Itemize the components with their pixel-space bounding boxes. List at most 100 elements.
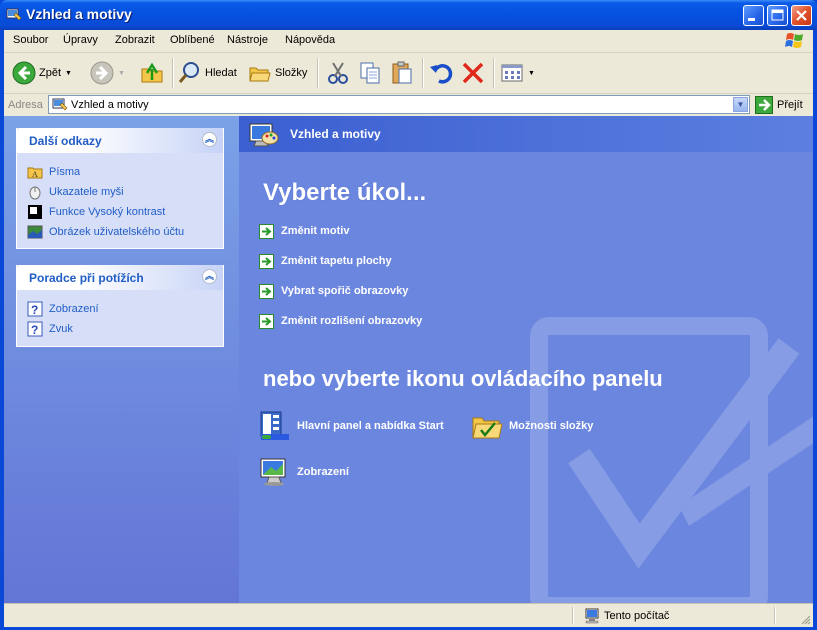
content-area: Další odkazy ︽ A Písma Ukazatele myši Fu…: [4, 116, 813, 603]
appearance-themes-icon: [249, 123, 279, 147]
svg-text:?: ?: [31, 323, 38, 337]
link-high-contrast[interactable]: Funkce Vysoký kontrast: [27, 203, 165, 221]
panel-title: Poradce při potížích: [29, 271, 144, 285]
toolbar-separator: [493, 58, 495, 88]
cut-button[interactable]: [326, 59, 350, 87]
search-button[interactable]: Hledat: [178, 59, 237, 87]
green-arrow-icon: [259, 283, 274, 299]
task-label: Změnit tapetu plochy: [281, 255, 392, 267]
task-screensaver[interactable]: Vybrat spořič obrazovky: [259, 282, 408, 300]
toolbar-separator: [172, 58, 174, 88]
client-area: Soubor Úpravy Zobrazit Oblíbené Nástroje…: [4, 30, 813, 627]
icon-label: Hlavní panel a nabídka Start: [297, 420, 444, 432]
status-separator: [774, 607, 776, 624]
link-label: Zobrazení: [49, 303, 99, 315]
maximize-icon: [771, 9, 784, 21]
icon-display[interactable]: Zobrazení: [259, 456, 349, 488]
taskbar-start-icon: [260, 411, 289, 440]
trouble-sound[interactable]: ? Zvuk: [27, 320, 73, 338]
menu-tools[interactable]: Nástroje: [227, 34, 268, 46]
collapse-icon[interactable]: ︽: [202, 132, 217, 147]
link-fonts[interactable]: A Písma: [27, 163, 80, 181]
forward-dropdown-icon[interactable]: ▼: [118, 70, 125, 77]
panel-header[interactable]: Poradce při potížích ︽: [17, 265, 223, 290]
category-pane: Vzhled a motivy Vyberte úkol... Změnit m…: [239, 116, 813, 603]
folders-button[interactable]: Složky: [248, 59, 307, 87]
task-change-theme[interactable]: Změnit motiv: [259, 222, 349, 240]
minimize-button[interactable]: [743, 5, 764, 26]
back-dropdown-icon[interactable]: ▼: [65, 70, 72, 77]
svg-text:?: ?: [31, 303, 38, 317]
chevron-down-icon: ▼: [736, 100, 745, 109]
address-input[interactable]: Vzhled a motivy ▼: [48, 95, 750, 114]
search-label: Hledat: [205, 67, 237, 79]
task-change-wallpaper[interactable]: Změnit tapetu plochy: [259, 252, 392, 270]
resize-grip-icon[interactable]: [799, 613, 811, 625]
paste-button[interactable]: [390, 59, 414, 87]
menu-help[interactable]: Nápověda: [285, 34, 335, 46]
delete-x-icon: [462, 62, 484, 84]
scissors-icon: [328, 62, 348, 84]
category-title: Vzhled a motivy: [290, 127, 381, 141]
title-bar[interactable]: Vzhled a motivy: [0, 0, 817, 30]
back-button[interactable]: Zpět ▼: [12, 59, 72, 87]
link-mouse-pointers[interactable]: Ukazatele myši: [27, 183, 124, 201]
task-label: Vybrat spořič obrazovky: [281, 285, 409, 297]
folders-label: Složky: [275, 67, 308, 79]
undo-button[interactable]: [429, 59, 453, 87]
control-panel-icon: [6, 8, 22, 21]
explorer-window: Vzhled a motivy Soubor Úpravy Zobrazit O…: [0, 0, 817, 630]
checkmark-watermark-icon: [530, 317, 813, 603]
task-label: Změnit motiv: [281, 225, 350, 237]
pick-task-heading: Vyberte úkol...: [263, 179, 427, 206]
menu-view[interactable]: Zobrazit: [115, 34, 155, 46]
link-label: Funkce Vysoký kontrast: [49, 206, 166, 218]
display-icon: [260, 458, 286, 486]
status-separator: [572, 607, 574, 624]
help-icon: ?: [27, 321, 43, 337]
views-button[interactable]: ▼: [500, 59, 535, 87]
collapse-icon[interactable]: ︽: [202, 269, 217, 284]
menu-favorites[interactable]: Oblíbené: [170, 34, 215, 46]
search-icon: [178, 62, 199, 83]
minimize-icon: [748, 18, 755, 21]
folder-up-icon: [141, 62, 163, 83]
menu-file[interactable]: Soubor: [13, 34, 48, 46]
copy-button[interactable]: [358, 59, 382, 87]
maximize-button[interactable]: [767, 5, 788, 26]
link-user-picture[interactable]: Obrázek uživatelského účtu: [27, 223, 184, 241]
go-label: Přejít: [777, 99, 803, 111]
svg-text:A: A: [32, 170, 38, 179]
task-resolution[interactable]: Změnit rozlišení obrazovky: [259, 312, 422, 330]
views-dropdown-icon[interactable]: ▼: [528, 70, 535, 77]
task-label: Změnit rozlišení obrazovky: [281, 315, 423, 327]
icon-label: Zobrazení: [297, 466, 349, 478]
folder-options-icon: [472, 417, 503, 439]
status-zone-label: Tento počítač: [604, 610, 670, 622]
up-button[interactable]: [140, 59, 164, 87]
menu-edit[interactable]: Úpravy: [63, 34, 98, 46]
task-pane: Další odkazy ︽ A Písma Ukazatele myši Fu…: [4, 116, 239, 603]
icon-taskbar-start[interactable]: Hlavní panel a nabídka Start: [259, 410, 444, 442]
link-label: Zvuk: [49, 323, 73, 335]
delete-button[interactable]: [461, 59, 485, 87]
folders-icon: [249, 67, 271, 82]
trouble-display[interactable]: ? Zobrazení: [27, 300, 99, 318]
green-arrow-icon: [259, 223, 274, 239]
address-dropdown-button[interactable]: ▼: [733, 97, 748, 112]
high-contrast-icon: [28, 205, 42, 219]
address-value: Vzhled a motivy: [71, 99, 149, 111]
status-bar: Tento počítač: [4, 603, 813, 627]
panel-title: Další odkazy: [29, 134, 102, 148]
green-arrow-icon: [259, 253, 274, 269]
icon-folder-options[interactable]: Možnosti složky: [471, 410, 593, 442]
panel-header[interactable]: Další odkazy ︽: [17, 128, 223, 153]
control-panel-icon: [52, 98, 68, 111]
back-label: Zpět: [39, 67, 62, 79]
forward-button[interactable]: ▼: [90, 59, 125, 87]
close-icon: [796, 10, 807, 21]
go-button[interactable]: Přejít: [755, 95, 803, 115]
status-zone: Tento počítač: [584, 608, 669, 624]
close-button[interactable]: [791, 5, 812, 26]
menu-bar: Soubor Úpravy Zobrazit Oblíbené Nástroje…: [4, 30, 813, 53]
